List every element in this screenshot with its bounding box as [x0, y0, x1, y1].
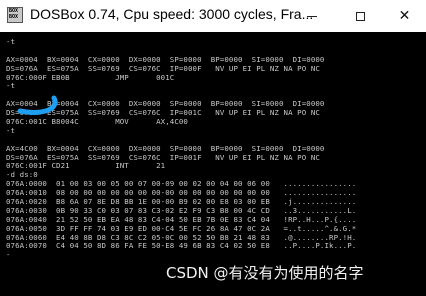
maximize-icon — [355, 11, 365, 21]
app-icon-label-bottom: BOX — [9, 14, 19, 20]
console-line: 076A:0070 C4 04 50 8D 86 FA FE 50-E8 49 … — [6, 241, 357, 251]
console-line: -t — [6, 38, 16, 46]
title-bar: BOX BOX DOSBox 0.74, Cpu speed: 3000 cyc… — [0, 0, 426, 32]
console-line: 076C:000F EB0B JMP 001C — [6, 72, 175, 82]
minimize-icon — [307, 15, 317, 17]
window-title: DOSBox 0.74, Cpu speed: 3000 cycles, Fra… — [30, 6, 314, 22]
console-line: - — [6, 250, 11, 260]
blue-annotation-mark — [17, 95, 58, 115]
console-line: -t — [6, 81, 16, 91]
dos-console[interactable]: -t AX=0004 BX=0004 CX=0000 DX=0000 SP=00… — [6, 38, 426, 296]
dosbox-app-icon[interactable]: BOX BOX — [7, 7, 23, 23]
minimize-button[interactable] — [290, 0, 334, 32]
close-button[interactable]: ✕ — [383, 0, 426, 32]
console-line: 076C:001C B8004C MOV AX,4C00 — [6, 117, 188, 127]
csdn-watermark: CSDN @有没有为使用的名字 — [166, 264, 364, 282]
close-icon: ✕ — [398, 8, 411, 24]
console-line: 076C:001F CD21 INT 21 — [6, 161, 166, 171]
maximize-button[interactable] — [338, 0, 382, 32]
console-line: -t — [6, 125, 16, 135]
